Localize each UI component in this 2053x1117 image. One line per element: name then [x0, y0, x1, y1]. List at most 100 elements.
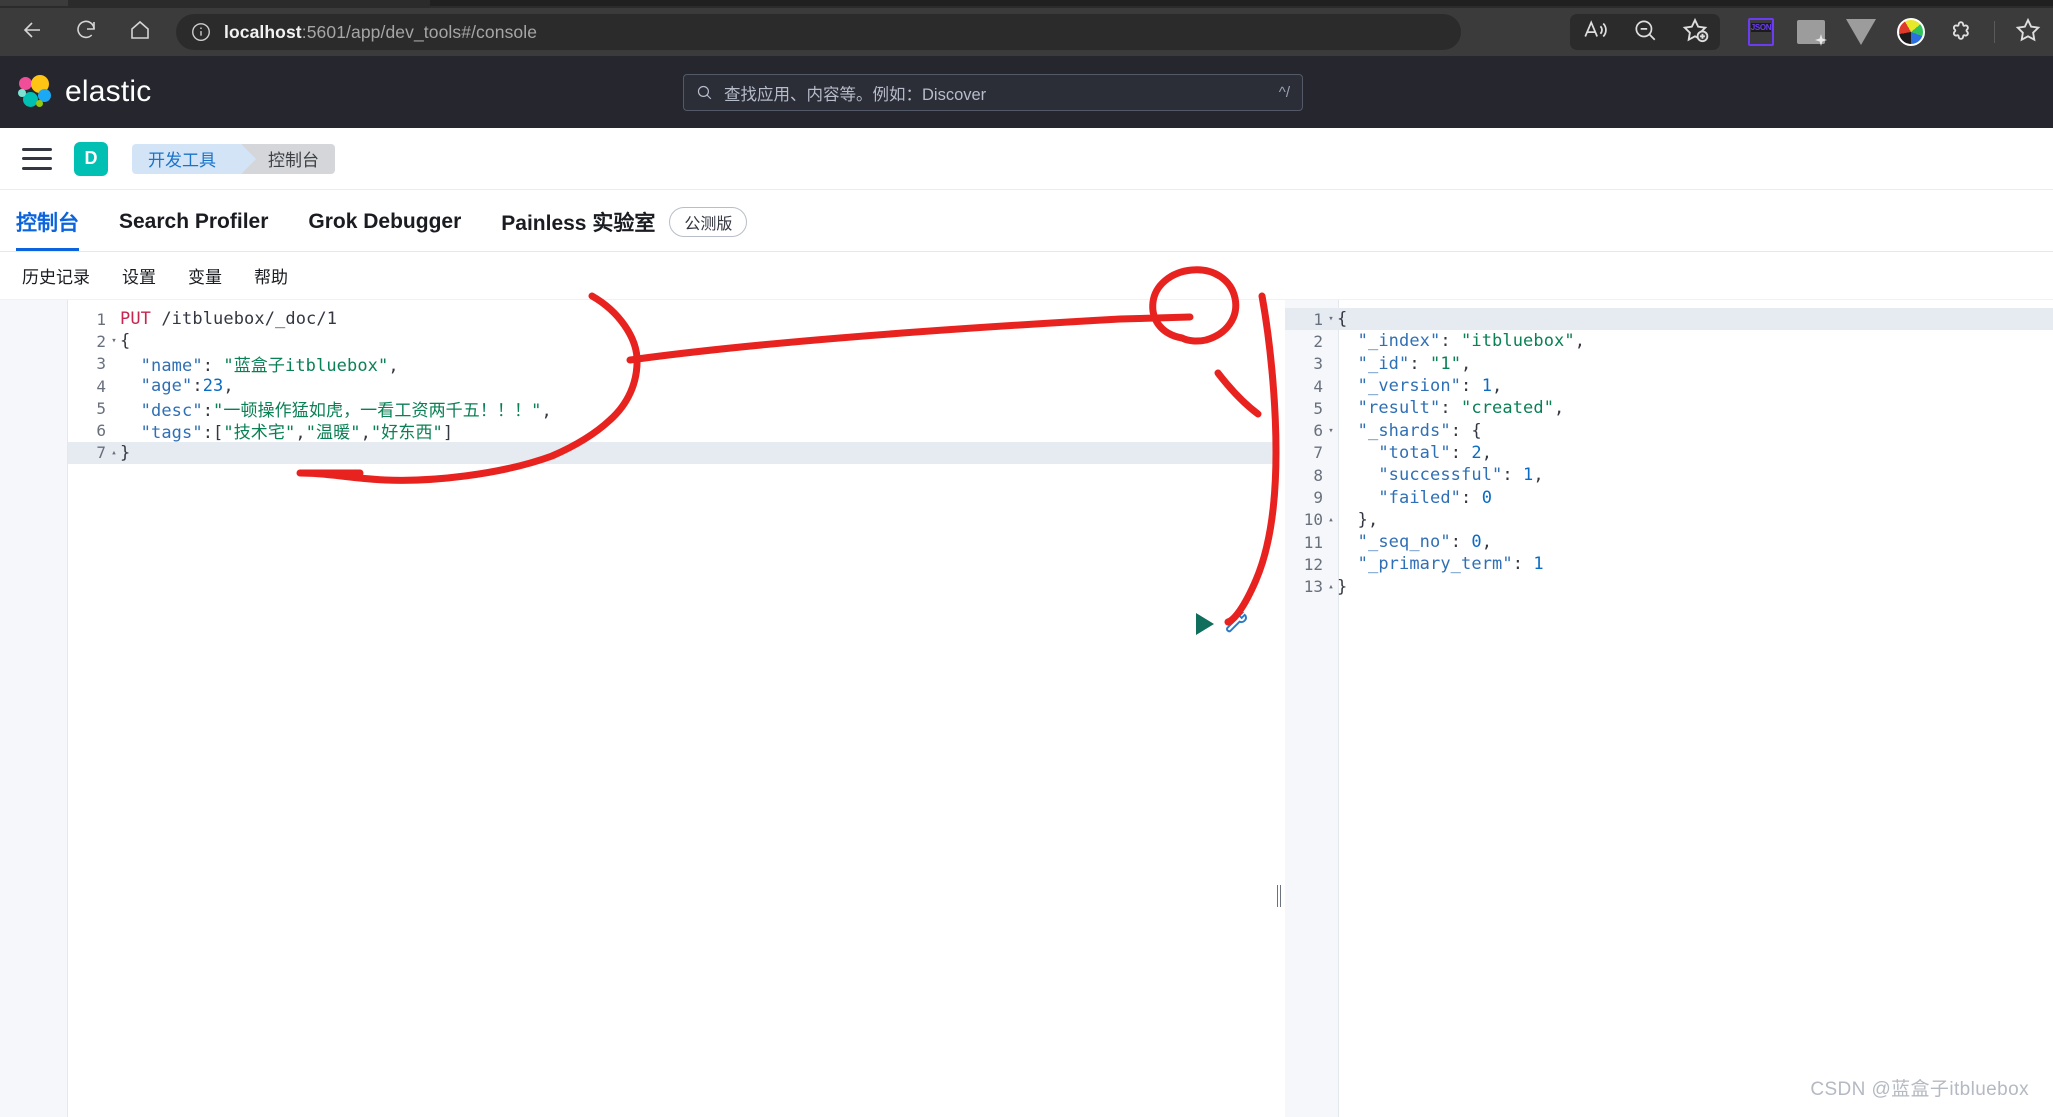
code-line[interactable]: 3 "_id": "1",	[1337, 353, 1585, 375]
extensions-button[interactable]	[1936, 14, 1986, 50]
space-avatar[interactable]: D	[74, 142, 108, 176]
code-fold-toggle-icon[interactable]: ▴	[1325, 582, 1337, 592]
code-fold-toggle-icon[interactable]: ▴	[108, 448, 120, 458]
code-text: "_id": "1",	[1337, 354, 1471, 374]
code-line[interactable]: 7▴}	[120, 442, 552, 464]
menu-item-variables[interactable]: 变量	[172, 263, 238, 288]
code-text: "desc":"一顿操作猛如虎，一看工资两千五！！！",	[120, 396, 552, 421]
code-line[interactable]: 4 "_version": 1,	[1337, 375, 1585, 397]
code-text: "_version": 1,	[1337, 376, 1502, 396]
console-submenu: 历史记录 设置 变量 帮助	[0, 252, 2053, 300]
code-line[interactable]: 5 "result": "created",	[1337, 397, 1585, 419]
line-number: 9	[1289, 488, 1323, 507]
tab-console[interactable]: 控制台	[16, 193, 79, 251]
code-fold-toggle-icon[interactable]: ▾	[108, 336, 120, 346]
response-code-lines[interactable]: 1▾{2 "_index": "itbluebox",3 "_id": "1",…	[1337, 308, 1585, 598]
line-number: 6	[72, 421, 106, 440]
breadcrumb-item-dev-tools[interactable]: 开发工具	[132, 144, 242, 174]
address-bar[interactable]: localhost:5601/app/dev_tools#/console	[176, 14, 1461, 50]
global-search-input[interactable]: 查找应用、内容等。例如：Discover ^/	[683, 74, 1303, 111]
code-line[interactable]: 7 "total": 2,	[1337, 442, 1585, 464]
json-viewer-extension-icon: JSON	[1748, 18, 1774, 46]
url-host: localhost	[224, 22, 302, 42]
code-line[interactable]: 6 "tags":["技术宅","温暖","好东西"]	[120, 419, 552, 441]
wrench-settings-icon[interactable]	[1224, 610, 1250, 636]
csdn-watermark: CSDN @蓝盒子itbluebox	[1810, 1074, 2029, 1101]
tab-grok-debugger[interactable]: Grok Debugger	[308, 193, 461, 251]
code-fold-toggle-icon[interactable]: ▴	[1325, 515, 1337, 525]
elastic-brand[interactable]: elastic	[18, 75, 151, 109]
code-line[interactable]: 11 "_seq_no": 0,	[1337, 531, 1585, 553]
back-button[interactable]	[10, 15, 54, 49]
search-icon	[696, 84, 713, 101]
request-gutter-strip	[0, 300, 68, 1117]
reader-extension-button[interactable]	[1786, 14, 1836, 50]
code-line[interactable]: 9 "failed": 0	[1337, 486, 1585, 508]
code-line[interactable]: 5 "desc":"一顿操作猛如虎，一看工资两千五！！！",	[120, 397, 552, 419]
code-line[interactable]: 6▾ "_shards": {	[1337, 419, 1585, 441]
code-line[interactable]: 1▾{	[1337, 308, 1585, 330]
collections-button[interactable]	[2003, 14, 2053, 50]
code-line[interactable]: 4 "age":23,	[120, 375, 552, 397]
request-editor-panel[interactable]: 1PUT /itbluebox/_doc/12▾{3 "name": "蓝盒子i…	[68, 300, 1273, 1117]
toolbar-divider	[1994, 21, 1995, 43]
hamburger-menu-icon[interactable]	[22, 148, 52, 170]
code-line[interactable]: 12 "_primary_term": 1	[1337, 553, 1585, 575]
code-text: "failed": 0	[1337, 488, 1492, 508]
code-fold-toggle-icon[interactable]: ▾	[1325, 314, 1337, 324]
panel-splitter[interactable]	[1273, 300, 1285, 1117]
line-number: 10	[1289, 510, 1323, 529]
line-number: 12	[1289, 555, 1323, 574]
add-favorite-button[interactable]	[1670, 14, 1720, 50]
reload-button[interactable]	[64, 15, 108, 49]
code-text: "result": "created",	[1337, 398, 1564, 418]
code-text: "age":23,	[120, 376, 234, 396]
code-fold-toggle-icon[interactable]: ▾	[1325, 426, 1337, 436]
code-line[interactable]: 1PUT /itbluebox/_doc/1	[120, 308, 552, 330]
code-line[interactable]: 8 "successful": 1,	[1337, 464, 1585, 486]
code-text: "total": 2,	[1337, 443, 1492, 463]
line-number: 4	[1289, 377, 1323, 396]
json-viewer-extension-button[interactable]: JSON	[1736, 14, 1786, 50]
menu-item-help[interactable]: 帮助	[238, 263, 304, 288]
line-number: 11	[1289, 533, 1323, 552]
response-viewer-panel[interactable]: 1▾{2 "_index": "itbluebox",3 "_id": "1",…	[1285, 300, 2053, 1117]
code-line[interactable]: 2▾{	[120, 330, 552, 352]
line-number: 4	[72, 377, 106, 396]
menu-item-history[interactable]: 历史记录	[6, 263, 106, 288]
zoom-out-button[interactable]	[1620, 14, 1670, 50]
beta-badge: 公测版	[669, 207, 747, 237]
code-text: "_primary_term": 1	[1337, 554, 1544, 574]
code-text: "successful": 1,	[1337, 465, 1544, 485]
breadcrumb: 开发工具 控制台	[132, 144, 335, 174]
code-text: "_shards": {	[1337, 421, 1482, 441]
home-button[interactable]	[118, 15, 162, 49]
browser-tab-strip[interactable]	[0, 0, 2053, 8]
tab-painless-lab[interactable]: Painless 实验室 公测版	[501, 193, 747, 251]
read-aloud-button[interactable]	[1570, 14, 1620, 50]
line-number: 3	[1289, 354, 1323, 373]
global-search-placeholder: 查找应用、内容等。例如：Discover	[724, 81, 1279, 105]
color-picker-extension-button[interactable]	[1886, 14, 1936, 50]
code-line[interactable]: 3 "name": "蓝盒子itbluebox",	[120, 353, 552, 375]
color-picker-extension-icon	[1897, 18, 1925, 46]
browser-tab-partial-left[interactable]	[0, 0, 68, 6]
play-run-request-icon[interactable]	[1188, 607, 1222, 641]
address-bar-url: localhost:5601/app/dev_tools#/console	[224, 22, 537, 43]
code-text: {	[1337, 309, 1347, 329]
vue-devtools-extension-button[interactable]	[1836, 14, 1886, 50]
menu-item-settings[interactable]: 设置	[106, 263, 172, 288]
code-text: PUT /itbluebox/_doc/1	[120, 309, 337, 329]
request-code-lines[interactable]: 1PUT /itbluebox/_doc/12▾{3 "name": "蓝盒子i…	[120, 308, 552, 464]
site-info-icon[interactable]	[190, 21, 212, 43]
vue-devtools-extension-icon	[1846, 19, 1876, 45]
line-number: 7	[1289, 443, 1323, 462]
code-line[interactable]: 2 "_index": "itbluebox",	[1337, 330, 1585, 352]
code-text: "tags":["技术宅","温暖","好东西"]	[120, 418, 453, 443]
code-line[interactable]: 10▴ },	[1337, 509, 1585, 531]
browser-tab-partial-right[interactable]	[430, 0, 2053, 6]
line-number: 8	[1289, 466, 1323, 485]
code-line[interactable]: 13▴}	[1337, 576, 1585, 598]
tab-search-profiler[interactable]: Search Profiler	[119, 193, 268, 251]
global-search-shortcut: ^/	[1279, 84, 1290, 101]
